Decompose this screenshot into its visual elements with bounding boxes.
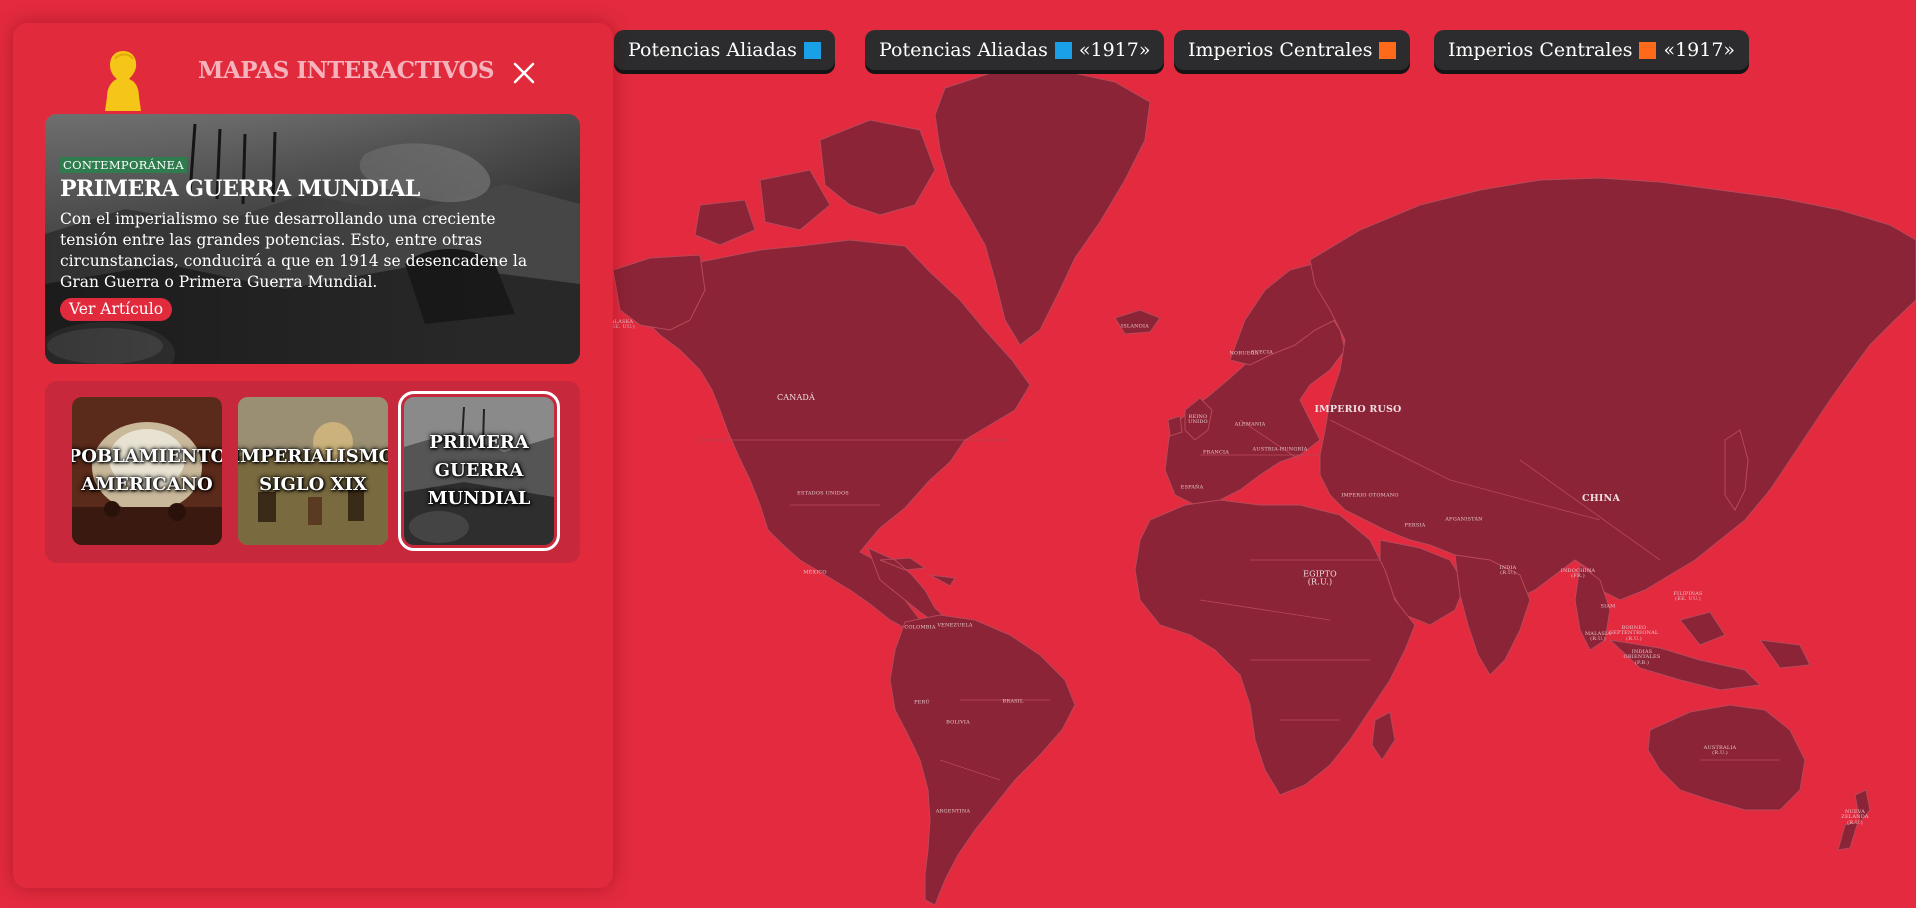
close-icon[interactable] xyxy=(508,57,540,89)
map-label-argentina: ARGENTINA xyxy=(935,808,971,815)
map-label-north-borneo: BORNEO SEPTENTRIONAL (R.U.) xyxy=(1609,625,1659,642)
legend-allied-powers-button[interactable]: Potencias Aliadas xyxy=(614,30,835,70)
map-label-australia: AUSTRALIA (R.U.) xyxy=(1703,744,1737,756)
landmass-madagascar xyxy=(1371,711,1396,761)
thumbnail-label: POBLAMIENTO AMERICANO xyxy=(72,446,222,495)
map-thumbnail-poblamiento[interactable]: POBLAMIENTO AMERICANO xyxy=(72,397,222,545)
map-selector-strip: POBLAMIENTO AMERICANO IMPERIALISMO SIGLO… xyxy=(45,381,580,563)
map-label-russia: IMPERIO RUSO xyxy=(1314,404,1402,416)
map-label-iceland: ISLANDIA xyxy=(1121,323,1149,330)
allied-color-swatch xyxy=(803,41,821,59)
map-label-persia: PERSIA xyxy=(1404,522,1426,529)
legend-central-powers-1917-button[interactable]: Imperios Centrales «1917» xyxy=(1434,30,1750,70)
map-label-canada: CANADÁ xyxy=(776,392,816,402)
thumbnail-label: IMPERIALISMO SIGLO XIX xyxy=(238,446,388,495)
maps-side-panel: MAPAS INTERACTIVOS CONTEMPORÁNEA PRIMERA… xyxy=(13,23,613,888)
map-label-indochina: INDOCHINA (FR.) xyxy=(1560,567,1596,579)
map-thumbnail-imperialismo[interactable]: IMPERIALISMO SIGLO XIX xyxy=(238,397,388,545)
map-label-colombia: COLOMBIA xyxy=(904,624,936,631)
featured-description: Con el imperialismo se fue desarrollando… xyxy=(60,210,528,291)
map-label-philippines: FILIPINAS (EE. UU.) xyxy=(1673,590,1703,602)
landmass-iceland xyxy=(1114,309,1161,335)
map-label-dutch-indies: INDIAS ORIENTALES (P.B.) xyxy=(1623,649,1661,666)
map-label-bolivia: BOLIVIA xyxy=(946,719,970,726)
thumbnail-label: PRIMERA GUERRA MUNDIAL xyxy=(427,432,531,509)
bust-logo-icon xyxy=(105,51,141,111)
landmass-arctic-islands xyxy=(694,119,936,246)
map-label-china: CHINA xyxy=(1581,493,1621,505)
map-label-france: FRANCIA xyxy=(1202,449,1230,456)
map-label-germany: ALEMANIA xyxy=(1234,421,1266,428)
map-label-sweden: SUECIA xyxy=(1251,349,1273,356)
legend-suffix: «1917» xyxy=(1078,39,1151,61)
legend-label: Potencias Aliadas xyxy=(628,39,797,61)
map-label-india: INDIA (R.U.) xyxy=(1499,564,1517,576)
map-label-spain: ESPAÑA xyxy=(1180,484,1204,491)
map-label-venezuela: VENEZUELA xyxy=(937,622,973,629)
featured-article-card[interactable]: CONTEMPORÁNEA PRIMERA GUERRA MUNDIAL Con… xyxy=(45,114,580,364)
map-label-united-kingdom: REINO UNIDO xyxy=(1188,413,1208,425)
landmass-asia xyxy=(1309,177,1916,601)
legend-suffix: «1917» xyxy=(1663,39,1736,61)
map-label-brazil: BRASIL xyxy=(1002,698,1024,705)
legend-label: Imperios Centrales xyxy=(1448,39,1633,61)
legend-central-powers-button[interactable]: Imperios Centrales xyxy=(1174,30,1411,70)
landmass-africa xyxy=(1134,499,1416,796)
map-label-usa: ESTADOS UNIDOS xyxy=(797,490,849,497)
map-label-afghanistan: AFGANISTÁN xyxy=(1445,516,1483,523)
map-thumbnail-primera-guerra[interactable]: PRIMERA GUERRA MUNDIAL xyxy=(398,391,560,551)
landmass-south-america xyxy=(889,614,1076,906)
central-color-swatch xyxy=(1639,41,1657,59)
map-label-new-zealand: NUEVA ZELANDA (R.U.) xyxy=(1841,809,1869,826)
map-label-austria: AUSTRIA-HUNGRÍA xyxy=(1252,446,1308,453)
map-label-siam: SIAM xyxy=(1600,603,1616,610)
map-label-egypt: EGIPTO (R.U.) xyxy=(1303,569,1337,587)
map-label-ottoman: IMPERIO OTOMANO xyxy=(1341,492,1399,499)
map-label-mexico: MÉXICO xyxy=(803,569,827,576)
landmass-greenland xyxy=(934,69,1151,346)
view-article-button[interactable]: Ver Artículo xyxy=(60,298,173,321)
legend-allied-powers-1917-button[interactable]: Potencias Aliadas «1917» xyxy=(865,30,1165,70)
panel-title: MAPAS INTERACTIVOS xyxy=(198,57,495,84)
central-color-swatch xyxy=(1379,41,1397,59)
map-label-peru: PERÚ xyxy=(914,699,930,706)
legend-label: Potencias Aliadas xyxy=(879,39,1048,61)
legend-label: Imperios Centrales xyxy=(1188,39,1373,61)
featured-title: PRIMERA GUERRA MUNDIAL xyxy=(60,176,420,202)
allied-color-swatch xyxy=(1054,41,1072,59)
category-badge: CONTEMPORÁNEA xyxy=(60,157,187,173)
landmass-australia xyxy=(1647,704,1806,811)
map-label-malaya: MALASIA (R.U.) xyxy=(1584,630,1612,642)
